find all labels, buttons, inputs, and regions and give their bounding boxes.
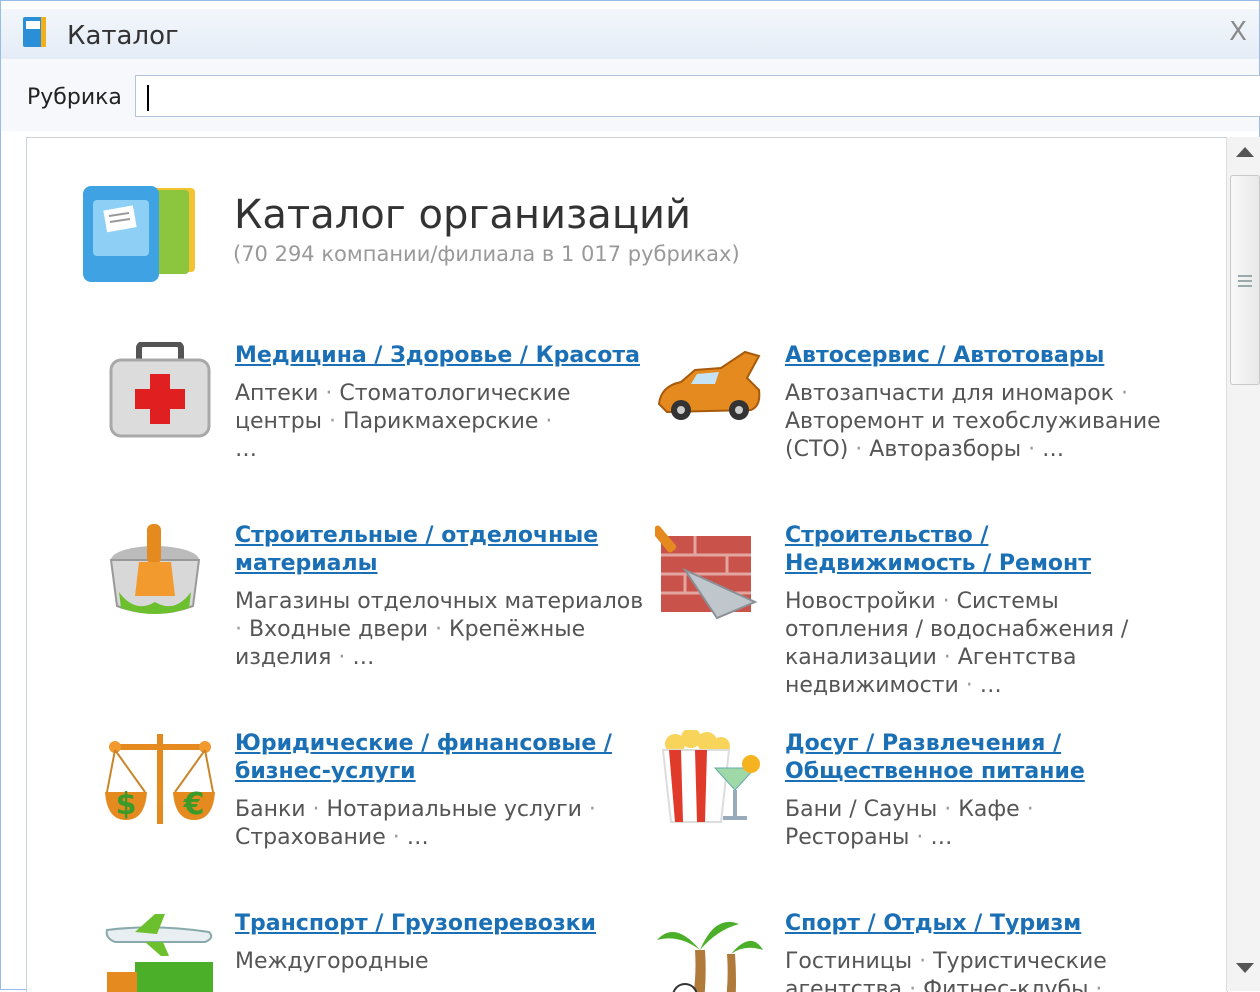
category-sport: Спорт / Отдых / Туризм Гостиницы · Турис…	[657, 910, 1185, 992]
brick-trowel-icon	[655, 525, 758, 620]
more-link[interactable]: …	[1042, 437, 1064, 462]
more-link[interactable]: …	[407, 825, 429, 850]
subcategory-link[interactable]: Автозапчасти для иномарок	[785, 381, 1114, 406]
scroll-thumb[interactable]	[1230, 175, 1260, 385]
category-link[interactable]: Автосервис / Автотовары	[785, 342, 1185, 370]
subcategory-link[interactable]: Магазины отделочных материалов	[235, 589, 643, 614]
subcategory-link[interactable]: Новостройки	[785, 589, 936, 614]
more-link[interactable]: …	[930, 825, 952, 850]
window-title: Каталог	[67, 21, 179, 51]
category-link[interactable]: Строительные / отделочные материалы	[235, 522, 655, 578]
grip-icon	[1238, 272, 1252, 290]
scroll-up-arrow-icon[interactable]	[1236, 147, 1254, 157]
folders-icon	[83, 186, 195, 282]
svg-text:€: €	[183, 787, 205, 822]
subcategory-link[interactable]: Страхование	[235, 825, 386, 850]
search-row: Рубрика	[1, 59, 1260, 131]
category-link[interactable]: Транспорт / Грузоперевозки	[235, 910, 655, 938]
subcategory-link[interactable]: Авторазборы	[869, 437, 1021, 462]
category-construction: Строительство / Недвижимость / Ремонт Но…	[655, 522, 1185, 700]
subcategory-list: Междугородные	[235, 948, 655, 976]
category-link[interactable]: Медицина / Здоровье / Красота	[235, 342, 655, 370]
category-link[interactable]: Строительство / Недвижимость / Ремонт	[785, 522, 1185, 578]
text-caret	[147, 85, 149, 111]
subcategory-list: Аптеки · Стоматологические центры · Пари…	[235, 381, 571, 462]
rubric-search-input[interactable]	[135, 75, 1260, 117]
subcategory-list: Новостройки · Системы отопления / водосн…	[785, 589, 1129, 698]
category-link[interactable]: Спорт / Отдых / Туризм	[785, 910, 1185, 938]
search-label: Рубрика	[27, 85, 122, 110]
page-title: Каталог организаций	[234, 192, 692, 238]
subcategory-link[interactable]: Аптеки	[235, 381, 318, 406]
catalog-book-icon	[23, 17, 46, 47]
first-aid-kit-icon	[109, 342, 211, 438]
subcategory-list: Гостиницы · Туристические агентства · Фи…	[785, 948, 1185, 992]
palm-ball-icon	[657, 921, 763, 992]
subcategory-link[interactable]: Междугородные	[235, 949, 429, 974]
subcategory-link[interactable]: Бани / Сауны	[785, 797, 937, 822]
popcorn-cocktail-icon	[661, 730, 760, 823]
subcategory-link[interactable]: Парикмахерские	[343, 409, 538, 434]
category-link[interactable]: Юридические / финансовые / бизнес-услуги	[235, 730, 655, 786]
close-icon[interactable]: X	[1225, 19, 1251, 45]
category-link[interactable]: Досуг / Развлечения / Общественное питан…	[785, 730, 1185, 786]
category-medicine: Медицина / Здоровье / Красота Аптеки · С…	[109, 342, 655, 464]
more-link[interactable]: …	[980, 673, 1002, 698]
more-link[interactable]: …	[235, 437, 257, 462]
category-building-materials: Строительные / отделочные материалы Мага…	[109, 522, 655, 672]
catalog-content: Каталог организаций (70 294 компании/фил…	[26, 137, 1228, 992]
subcategory-list: Банки · Нотариальные услуги · Страховани…	[235, 797, 596, 850]
more-link[interactable]: …	[352, 645, 374, 670]
category-auto: Автосервис / Автотовары Автозапчасти для…	[657, 342, 1185, 464]
plane-truck-icon	[105, 914, 213, 992]
subcategory-link[interactable]: Входные двери	[249, 617, 428, 642]
subcategory-list: Магазины отделочных материалов · Входные…	[235, 589, 644, 670]
subcategory-link[interactable]: Гостиницы	[785, 949, 912, 974]
category-leisure: Досуг / Развлечения / Общественное питан…	[661, 730, 1185, 852]
subcategory-link[interactable]: Кафе	[958, 797, 1019, 822]
svg-text:$: $	[116, 787, 137, 822]
scales-icon: $ €	[105, 734, 215, 824]
subcategory-list: Автозапчасти для иномарок · Авторемонт и…	[785, 381, 1161, 462]
catalog-window: Каталог X Рубрика Каталог организаций (7…	[0, 0, 1260, 992]
scroll-down-arrow-icon[interactable]	[1236, 963, 1254, 973]
subcategory-link[interactable]: Нотариальные услуги	[327, 797, 582, 822]
subcategory-link[interactable]: Банки	[235, 797, 306, 822]
subcategory-link[interactable]: Рестораны	[785, 825, 909, 850]
title-bar: Каталог X	[1, 9, 1259, 60]
paint-bucket-icon	[109, 524, 201, 614]
vertical-scrollbar[interactable]	[1226, 137, 1260, 991]
category-transport: Транспорт / Грузоперевозки Междугородные	[105, 910, 655, 992]
category-legal-finance: $ € Юридические / финансовые / бизнес-ус…	[105, 730, 655, 852]
car-icon	[657, 350, 761, 420]
page-subtitle: (70 294 компании/филиала в 1 017 рубрика…	[233, 242, 740, 266]
subcategory-list: Бани / Сауны · Кафе · Рестораны · …	[785, 797, 1034, 850]
